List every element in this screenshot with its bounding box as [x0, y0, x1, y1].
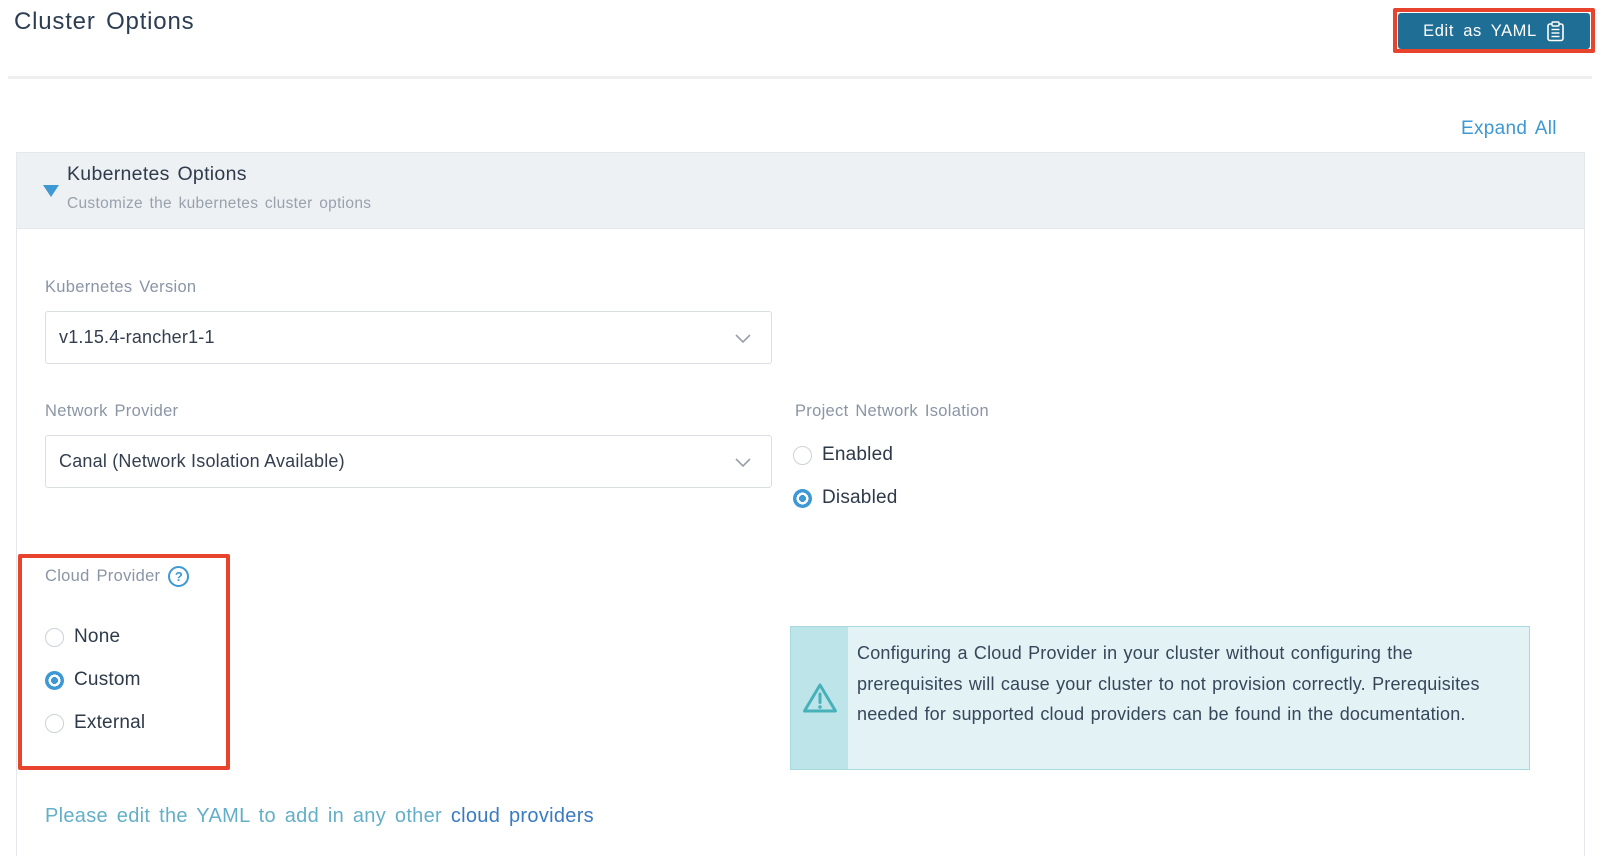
edit-as-yaml-button[interactable]: Edit as YAML: [1398, 13, 1590, 49]
clipboard-icon: [1546, 20, 1565, 42]
cluster-options-page: Cluster Options Edit as YAML Expand All …: [0, 0, 1600, 856]
chevron-down-icon: [731, 326, 755, 350]
radio-disabled[interactable]: Disabled: [793, 487, 898, 509]
accordion-title: Kubernetes Options: [67, 163, 247, 185]
cloud-provider-label: Cloud Provider: [45, 567, 161, 585]
network-provider-label: Network Provider: [45, 402, 179, 420]
yaml-edit-note: Please edit the YAML to add in any other…: [45, 805, 594, 828]
accordion-subtitle: Customize the kubernetes cluster options: [67, 195, 372, 212]
network-provider-value: Canal (Network Isolation Available): [59, 451, 345, 471]
chevron-down-icon: [731, 450, 755, 474]
warning-banner-text: Configuring a Cloud Provider in your clu…: [857, 643, 1480, 724]
radio-circle-icon: [793, 488, 812, 508]
radio-custom[interactable]: Custom: [45, 669, 145, 691]
cloud-provider-radio-group: None Custom External: [45, 626, 145, 734]
warning-triangle-icon: [802, 682, 838, 714]
warning-banner-strip: [791, 627, 848, 769]
kubernetes-version-value: v1.15.4-rancher1-1: [59, 327, 215, 347]
radio-external-label: External: [74, 712, 146, 733]
yaml-edit-note-text: Please edit the YAML to add in any other: [45, 805, 451, 827]
cloud-providers-link[interactable]: cloud providers: [451, 805, 594, 827]
header-divider: [8, 76, 1592, 79]
kubernetes-version-select[interactable]: v1.15.4-rancher1-1: [45, 311, 772, 364]
radio-enabled-label: Enabled: [822, 444, 894, 465]
caret-down-icon: [43, 185, 59, 197]
radio-none[interactable]: None: [45, 626, 145, 648]
project-network-isolation-label: Project Network Isolation: [795, 402, 989, 420]
radio-circle-icon: [793, 445, 812, 465]
edit-as-yaml-label: Edit as YAML: [1423, 21, 1537, 40]
radio-none-label: None: [74, 626, 121, 647]
radio-circle-icon: [45, 713, 64, 733]
project-network-isolation-radio-group: Enabled Disabled: [793, 444, 898, 509]
radio-external[interactable]: External: [45, 712, 145, 734]
radio-disabled-label: Disabled: [822, 487, 898, 508]
radio-custom-label: Custom: [74, 669, 141, 690]
kubernetes-version-label: Kubernetes Version: [45, 278, 197, 296]
radio-circle-icon: [45, 670, 64, 690]
page-title: Cluster Options: [14, 8, 195, 35]
question-circle-icon[interactable]: ?: [168, 566, 190, 587]
network-provider-select[interactable]: Canal (Network Isolation Available): [45, 435, 772, 488]
cloud-provider-warning-banner: Configuring a Cloud Provider in your clu…: [790, 626, 1530, 770]
kubernetes-options-accordion-header[interactable]: Kubernetes Options Customize the kuberne…: [17, 153, 1584, 229]
expand-all-link[interactable]: Expand All: [1461, 118, 1557, 140]
radio-enabled[interactable]: Enabled: [793, 444, 898, 466]
cloud-provider-label-row: Cloud Provider ?: [45, 566, 190, 587]
radio-circle-icon: [45, 627, 64, 647]
